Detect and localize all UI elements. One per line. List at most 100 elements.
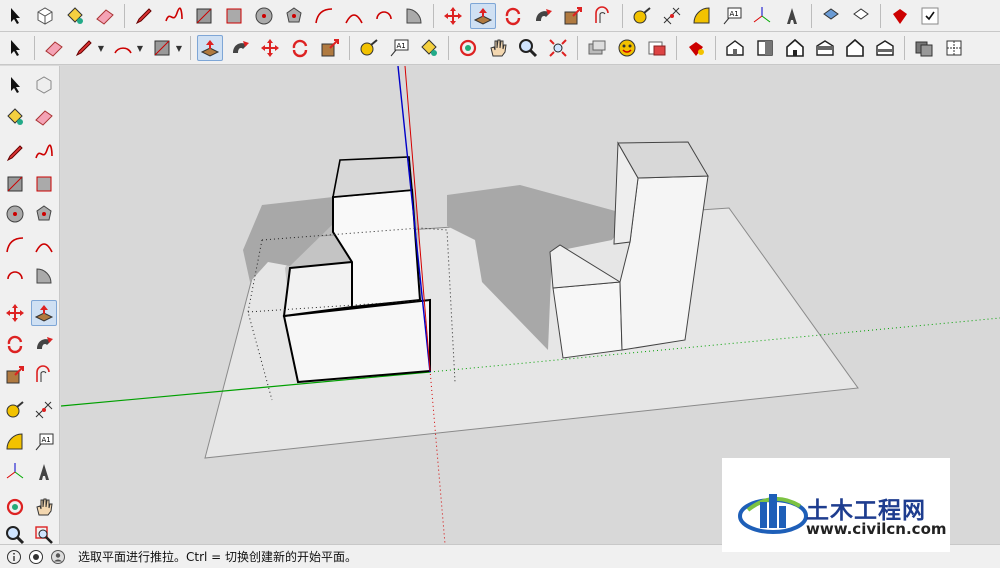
two-point-arc-icon[interactable] [341,3,367,29]
follow-me-icon[interactable] [227,35,253,61]
zoom-extents-icon[interactable] [545,35,571,61]
user-icon[interactable] [50,549,66,565]
arc-icon[interactable] [110,35,136,61]
text-icon[interactable]: A1 [31,429,57,455]
follow-me-icon[interactable] [31,331,57,357]
pencil-icon[interactable] [71,35,97,61]
protractor-icon[interactable] [2,429,28,455]
tape-measure-icon[interactable] [629,3,655,29]
polygon-icon[interactable] [281,3,307,29]
two-point-arc-icon[interactable] [2,263,28,289]
ruby-console-icon[interactable] [683,35,709,61]
left-block-top-high[interactable] [332,156,413,198]
toolbar-separator [811,3,812,28]
credits-icon[interactable] [28,549,44,565]
iso-view-icon[interactable] [722,35,748,61]
pie-icon[interactable] [31,232,57,258]
chevron-down-icon[interactable]: ▼ [174,44,184,53]
zoom-icon[interactable] [515,35,541,61]
freehand-icon[interactable] [161,3,187,29]
3d-text-icon[interactable] [31,459,57,485]
orbit-icon[interactable] [455,35,481,61]
rectangle-icon[interactable] [2,171,28,197]
push-pull-icon[interactable] [470,2,496,29]
ruby-icon[interactable] [887,3,913,29]
rotate-icon[interactable] [2,331,28,357]
select-icon[interactable] [2,3,28,29]
info-icon[interactable] [6,549,22,565]
dimension-icon[interactable] [659,3,685,29]
extension-icon[interactable] [614,35,640,61]
move-icon[interactable] [2,300,28,326]
chevron-down-icon[interactable]: ▼ [135,44,145,53]
arc-icon[interactable] [2,232,28,258]
rectangle-icon[interactable] [149,35,175,61]
push-pull-icon[interactable] [197,35,223,61]
component-icon[interactable] [32,3,58,29]
eraser-icon[interactable] [31,104,57,130]
move-icon[interactable] [440,3,466,29]
circle-icon[interactable] [2,201,28,227]
three-point-arc-icon[interactable] [31,263,57,289]
top-view-icon[interactable] [752,35,778,61]
right-block-front-low[interactable] [552,281,623,359]
left-view-icon[interactable] [872,35,898,61]
tape-measure-icon[interactable] [356,35,382,61]
back-edges-icon[interactable] [941,35,967,61]
text-icon-label: A1 [730,10,739,18]
text-icon[interactable]: A1 [719,3,745,29]
display-section-icon[interactable] [848,3,874,29]
dimension-icon[interactable] [31,397,57,423]
rotated-rectangle-icon[interactable] [31,171,57,197]
add-location-icon[interactable] [644,35,670,61]
offset-icon[interactable] [31,362,57,388]
text-icon-label: A1 [397,42,406,50]
watermark-logo-icon [738,494,808,534]
eraser-icon[interactable] [41,35,67,61]
move-icon[interactable] [257,35,283,61]
offset-icon[interactable] [590,3,616,29]
tape-measure-icon[interactable] [2,397,28,423]
pan-icon[interactable] [31,494,57,520]
warehouse-icon[interactable] [584,35,610,61]
axes-icon[interactable] [749,3,775,29]
text-icon[interactable]: A1 [386,35,412,61]
protractor-icon[interactable] [689,3,715,29]
paint-bucket-icon[interactable] [2,104,28,130]
pencil-icon[interactable] [2,140,28,166]
circle-icon[interactable] [251,3,277,29]
rotate-icon[interactable] [500,3,526,29]
arc-icon[interactable] [311,3,337,29]
pencil-icon[interactable] [131,3,157,29]
right-view-icon[interactable] [812,35,838,61]
freehand-icon[interactable] [31,140,57,166]
select-icon[interactable] [2,72,28,98]
push-pull-icon[interactable] [31,300,57,326]
front-view-icon[interactable] [782,35,808,61]
chevron-down-icon[interactable]: ▼ [96,44,106,53]
follow-me-icon[interactable] [530,3,556,29]
back-view-icon[interactable] [842,35,868,61]
eraser-icon[interactable] [92,3,118,29]
pie-icon[interactable] [401,3,427,29]
three-point-arc-icon[interactable] [371,3,397,29]
paint-bucket-icon[interactable] [62,3,88,29]
check-icon[interactable] [917,3,943,29]
3d-text-icon[interactable] [779,3,805,29]
polygon-icon[interactable] [31,201,57,227]
rectangle-icon[interactable] [191,3,217,29]
scale-icon[interactable] [2,362,28,388]
left-block-top-low[interactable] [282,260,353,318]
axes-icon[interactable] [2,459,28,485]
x-ray-icon[interactable] [911,35,937,61]
rotated-rectangle-icon[interactable] [221,3,247,29]
component-icon[interactable] [31,72,57,98]
section-plane-icon[interactable] [818,3,844,29]
scale-icon[interactable] [317,35,343,61]
paint-bucket-icon[interactable] [416,35,442,61]
pan-icon[interactable] [485,35,511,61]
orbit-icon[interactable] [2,494,28,520]
rotate-icon[interactable] [287,35,313,61]
scale-icon[interactable] [560,3,586,29]
select-icon[interactable] [2,35,28,61]
